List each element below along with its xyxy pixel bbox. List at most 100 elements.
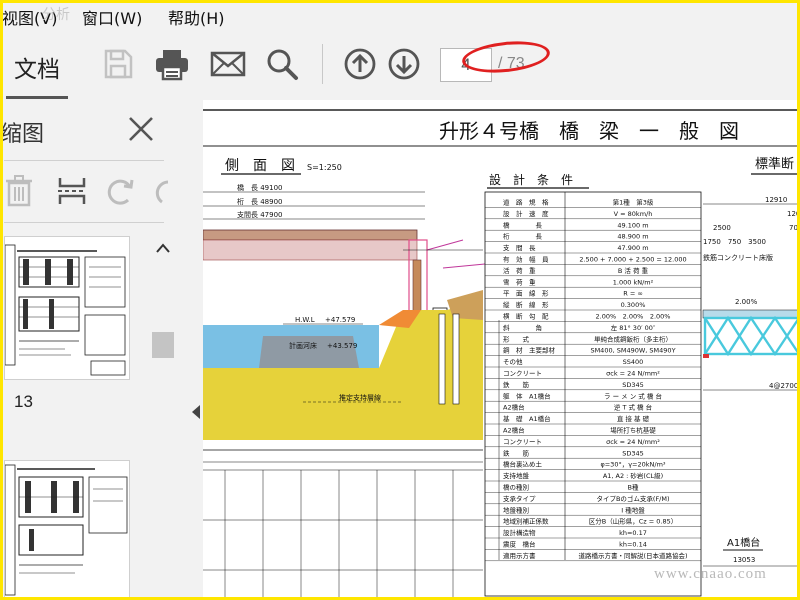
print-button[interactable] [152,46,192,82]
girder-length-dim: 桁 長 48900 [237,197,283,206]
envelope-icon [210,51,246,77]
table-row-label: 活 荷 重 [503,266,536,275]
table-row-value: 左 81° 30′ 00″ [611,323,656,332]
next-page-button[interactable] [384,46,424,82]
menu-help[interactable]: 帮助(H) [168,5,225,29]
table-row-value: R = ∞ [623,290,643,298]
table-row-value: 場所打ち杭基礎 [610,426,656,435]
menu-window[interactable]: 窗口(W) [82,5,142,29]
side-view-label: 側 面 図 [225,158,295,174]
search-icon [267,49,298,80]
table-row-label: 基 礎 A1橋台 [503,414,551,423]
close-panel-button[interactable] [126,114,156,144]
table-row-label: 有 効 幅 員 [503,255,549,264]
table-row-label: 震度 橋台 [503,540,536,549]
riverbed-value: +43.579 [327,342,357,350]
split-page-button[interactable] [56,174,92,210]
table-row-label: 鋼 材 主要部材 [503,346,556,355]
email-button[interactable] [208,46,248,82]
page-thumbnail[interactable] [4,460,130,600]
page-thumbnail[interactable] [4,236,130,380]
arrow-down-circle-icon [388,48,420,80]
rotate-icon [107,179,134,205]
table-row-label: その他 [503,357,523,366]
trash-icon [6,175,32,207]
table-row-label: 形 式 [503,334,530,343]
span-length-dim: 支間長 47900 [237,210,283,219]
a1-dimension: 13053 [733,556,755,564]
thumbnail-scrollbar[interactable] [150,234,176,600]
table-row-value: A1, A2 : 砂岩(CL級) [603,471,663,480]
table-row-value: kh=0.17 [619,529,647,537]
top-watermark: 分析 [42,7,70,23]
table-row-label: 縦 断 線 形 [503,300,549,309]
svg-text:2500: 2500 [713,224,731,232]
rotate-right-button[interactable] [154,174,190,210]
panel-title: 缩图 [0,122,45,147]
table-row-label: 支承タイプ [503,494,536,503]
table-row-value: V = 80km/h [614,210,653,218]
table-row-value: B種 [628,484,639,492]
table-row-value: 49.100 m [617,221,648,229]
drawing-title: 升形４号橋 橋 梁 一 般 図 [439,119,739,143]
table-row-label: 平 面 線 形 [503,289,549,298]
hwl-label: H.W.L [295,316,315,324]
table-row-value: 48.900 m [617,233,648,241]
table-row-label: 桁 長 [503,232,543,241]
table-row-label: 設 計 速 度 [503,209,549,218]
bridge-length-dim: 橋 長 49100 [237,183,283,192]
design-conditions-label: 設 計 条 件 [489,172,573,187]
riverbed-label: 計画河床 [289,341,317,350]
table-row-value: 0.300% [621,301,646,309]
collapse-panel-button[interactable] [191,404,201,420]
thumbnail-preview [5,244,126,376]
close-icon [129,117,153,141]
previous-page-button[interactable] [340,46,380,82]
svg-text:2.00%: 2.00% [735,298,758,306]
table-row-label: 適用示方書 [503,551,536,560]
hwl-value: +47.579 [325,316,355,324]
table-row-label: 地盤種別 [503,505,529,514]
truss-cross-section [703,315,800,357]
document-view[interactable]: 升形４号橋 橋 梁 一 般 図 側 面 図 S=1:250 設 計 条 件 標準… [203,100,800,600]
table-row-value: タイプBのゴム支承(F/M) [596,494,669,503]
delete-page-button[interactable] [4,174,40,210]
panel-divider-2 [4,222,164,223]
rotate-page-button[interactable] [104,174,140,210]
table-row-value: 2.500 + 7.000 + 2.500 = 12.000 [579,256,686,264]
table-row-value: 道路橋示方書・同解説(日本道路協会) [578,551,687,560]
scrollbar-thumb[interactable] [152,332,174,358]
printer-icon [156,50,188,81]
standard-section-label: 標準断 [755,156,794,172]
table-row-value: 第1種 第3級 [613,198,654,207]
save-icon [104,49,133,79]
table-row-value: SS400 [623,358,644,366]
table-row-label: 支 間 長 [503,243,536,252]
design-conditions-table: 道 路 規 格 第1種 第3級設 計 速 度 V = 80km/h 橋 長 49.100… [484,191,702,597]
table-row-value: ラ ー メ ン 式 橋 台 [604,391,662,400]
split-icon [58,178,86,204]
table-row-value: σck = 24 N/mm² [606,370,660,378]
tab-document[interactable]: 文档 [14,50,60,84]
save-button[interactable] [98,46,138,82]
table-row-value: SD345 [622,381,644,389]
menu-bar: 视图(V) 分析 窗口(W) 帮助(H) [0,0,800,30]
table-row-label: 橋台裏込め土 [503,460,543,469]
scroll-up-button[interactable] [154,240,172,258]
table-row-value: 1.000 kN/m² [613,278,654,286]
table-row-value: φ=30°，γ=20kN/m³ [600,461,665,469]
bridge-deck [203,229,418,241]
thumbnail-page-number: 13 [14,392,33,411]
tab-document-indicator [6,96,68,99]
table-row-label: 雪 荷 重 [503,277,536,286]
search-button[interactable] [262,46,302,82]
table-row-label: コンクリート [503,438,542,446]
table-row-label: 橋の種別 [503,483,529,492]
table-row-label: 橋 長 [503,220,543,229]
svg-text:1750 750 3500: 1750 750 3500 [703,238,766,246]
girder-web [203,239,418,261]
triangle-left-icon [192,405,200,419]
svg-text:12910: 12910 [765,196,787,204]
table-row-value: 逆 T 式 橋 台 [614,403,652,412]
table-row-label: A2橋台 [503,426,525,435]
